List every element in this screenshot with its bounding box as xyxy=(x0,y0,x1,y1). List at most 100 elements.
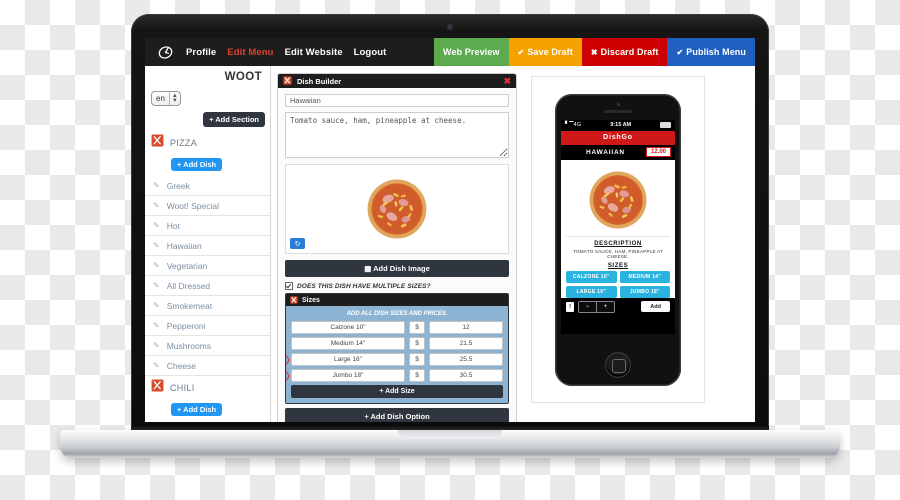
quantity-stepper: − + xyxy=(578,300,615,313)
crossed-utensils-icon xyxy=(283,74,292,90)
pencil-icon: ✎ xyxy=(153,201,160,210)
dish-label: Mushrooms xyxy=(166,340,212,351)
add-section-button[interactable]: + Add Section xyxy=(203,112,265,127)
delete-size-icon[interactable] xyxy=(286,354,289,365)
sizes-caption: ADD ALL DISH SIZES AND PRICES. xyxy=(346,311,448,317)
size-price-input[interactable]: 21.5 xyxy=(429,337,503,350)
currency-symbol: $ xyxy=(409,337,425,350)
phone-size-button[interactable]: MEDIUM 14" xyxy=(619,270,670,283)
language-select[interactable]: en ▲ ▼ xyxy=(151,91,181,106)
multiple-sizes-checkbox[interactable] xyxy=(285,282,293,290)
sidebar-dish-woot-special[interactable]: ✎ Woot! Special xyxy=(145,196,270,216)
dish-builder-header: Dish Builder ✖ xyxy=(278,74,516,88)
pencil-icon: ✎ xyxy=(153,361,160,370)
laptop-base xyxy=(60,430,840,458)
multiple-sizes-label: DOES THIS DISH HAVE MULTIPLE SIZES? xyxy=(297,282,431,290)
sidebar-dish-all-dressed[interactable]: ✎ All Dressed xyxy=(145,276,270,296)
add-section-row: + Add Section xyxy=(145,106,270,131)
pencil-icon: ✎ xyxy=(153,321,160,330)
sizes-panel-title: Sizes xyxy=(302,296,320,304)
webcam-icon xyxy=(448,25,452,29)
phone-content: DESCRIPTION TOMATO SAUCE, HAM, PINEAPPLE… xyxy=(561,159,675,298)
section-add-dish-row: + Add Dish xyxy=(151,154,270,172)
dish-builder-panel: Dish Builder ✖ Hawaiian Tomato sauce, ha… xyxy=(277,73,517,422)
dish-builder-column: Dish Builder ✖ Hawaiian Tomato sauce, ha… xyxy=(271,66,523,422)
sidebar-dish-vegetarian[interactable]: ✎ Vegetarian xyxy=(145,256,270,276)
close-x-icon[interactable]: ✖ xyxy=(503,76,511,87)
image-icon: ▦ xyxy=(364,264,372,273)
quantity-decrease-button[interactable]: − xyxy=(579,301,596,312)
phone-dish-title-row: HAWAIIAN 12.00 xyxy=(561,144,675,160)
add-dish-option-button[interactable]: + Add Dish Option xyxy=(285,408,509,422)
size-name-input[interactable]: Jumbo 18" xyxy=(291,369,405,382)
nav-links: Profile Edit Menu Edit Website Logout xyxy=(184,38,434,66)
phone-screen: ▘▔ 4G 9:15 AM DishGo HAWAIIAN 12.00 DESC… xyxy=(561,119,675,334)
laptop-notch xyxy=(398,430,502,439)
phone-dish-image xyxy=(566,164,670,237)
size-name-input[interactable]: Calzone 10" xyxy=(291,321,405,334)
phone-speaker-icon xyxy=(604,109,632,113)
battery-full-icon xyxy=(660,121,671,129)
dish-name-input[interactable] xyxy=(285,94,509,107)
phone-description-text: TOMATO SAUCE, HAM, PINEAPPLE AT CHEESE. xyxy=(573,248,663,259)
dish-label: All Dressed xyxy=(166,280,211,291)
sidebar-section-pizza: PIZZA + Add Dish xyxy=(145,131,270,176)
multiple-sizes-row[interactable]: DOES THIS DISH HAVE MULTIPLE SIZES? xyxy=(285,282,509,290)
size-price-input[interactable]: 12 xyxy=(429,321,503,334)
nav-link-edit-menu[interactable]: Edit Menu xyxy=(227,47,273,58)
delete-size-icon[interactable] xyxy=(286,370,289,381)
sidebar-dish-smokemeat[interactable]: ✎ Smokemeat xyxy=(145,296,270,316)
updown-arrows-icon: ▲ ▼ xyxy=(168,92,180,105)
section-header[interactable]: PIZZA xyxy=(151,134,270,152)
size-name-input[interactable]: Medium 14" xyxy=(291,337,405,350)
top-navbar: Profile Edit Menu Edit Website Logout We… xyxy=(145,38,755,66)
add-size-button[interactable]: + Add Size xyxy=(291,385,503,398)
phone-sizes-heading: SIZES xyxy=(607,262,629,269)
info-icon[interactable]: ! xyxy=(566,301,574,312)
sidebar-dish-pepperoni[interactable]: ✎ Pepperoni xyxy=(145,316,270,336)
crossed-utensils-icon xyxy=(151,379,164,397)
size-name-input[interactable]: Large 16" xyxy=(291,353,405,366)
sidebar-dish-hot[interactable]: ✎ Hot xyxy=(145,216,270,236)
sidebar-dish-mushrooms[interactable]: ✎ Mushrooms xyxy=(145,336,270,356)
phone-device: ▘▔ 4G 9:15 AM DishGo HAWAIIAN 12.00 DESC… xyxy=(555,93,681,386)
home-button-icon[interactable] xyxy=(605,351,631,378)
sidebar-dish-hawaiian[interactable]: ✎ Hawaiian xyxy=(145,236,270,256)
quantity-increase-button[interactable]: + xyxy=(596,301,614,312)
phone-size-button[interactable]: JUMBO 18" xyxy=(619,285,670,298)
rotate-icon[interactable]: ↻ xyxy=(290,238,305,249)
dish-label: Smokemeat xyxy=(166,300,213,311)
size-price-input[interactable]: 25.5 xyxy=(429,353,503,366)
web-preview-button[interactable]: Web Preview xyxy=(434,38,509,66)
publish-menu-button[interactable]: ✔ Publish Menu xyxy=(667,38,755,66)
crossed-utensils-icon xyxy=(290,294,298,309)
size-price-input[interactable]: 30.5 xyxy=(429,369,503,382)
phone-size-button[interactable]: CALZONE 10" xyxy=(566,270,617,283)
sizes-panel: Sizes ADD ALL DISH SIZES AND PRICES. Cal… xyxy=(285,293,509,404)
nav-link-logout[interactable]: Logout xyxy=(354,47,387,58)
pizza-image xyxy=(365,177,429,241)
restaurant-name: WOOT xyxy=(224,71,262,83)
discard-draft-button[interactable]: ✖ Discard Draft xyxy=(581,38,668,66)
add-dish-button[interactable]: + Add Dish xyxy=(171,158,223,171)
crossed-utensils-icon xyxy=(151,134,164,152)
dishgo-logo-icon xyxy=(157,44,174,61)
add-dish-image-button[interactable]: ▦ Add Dish Image xyxy=(285,260,509,277)
save-draft-button[interactable]: ✔ Save Draft xyxy=(508,38,582,66)
phone-add-button[interactable]: Add xyxy=(641,301,670,312)
sidebar-dish-cheese[interactable]: ✎ Cheese xyxy=(145,356,270,376)
sidebar-dish-bulldog[interactable]: ✎ Bulldog xyxy=(145,421,270,422)
dish-description-textarea[interactable] xyxy=(285,112,509,158)
phone-dish-price: 12.00 xyxy=(645,147,671,157)
nav-link-profile[interactable]: Profile xyxy=(186,47,216,58)
phone-size-button[interactable]: LARGE 16" xyxy=(566,285,617,298)
sidebar-dish-greek[interactable]: ✎ Greek xyxy=(145,176,270,196)
brand-logo[interactable] xyxy=(145,38,184,66)
panel-title: Dish Builder xyxy=(297,76,342,86)
dish-builder-form: ↻ ▦ Add Dish Image DOES THIS DISH HAVE M… xyxy=(278,88,516,422)
status-time: 9:15 AM xyxy=(610,122,632,128)
pizza-image xyxy=(587,169,649,231)
add-dish-button[interactable]: + Add Dish xyxy=(171,403,223,416)
nav-link-edit-website[interactable]: Edit Website xyxy=(285,47,343,58)
section-header[interactable]: CHILI xyxy=(151,379,270,397)
